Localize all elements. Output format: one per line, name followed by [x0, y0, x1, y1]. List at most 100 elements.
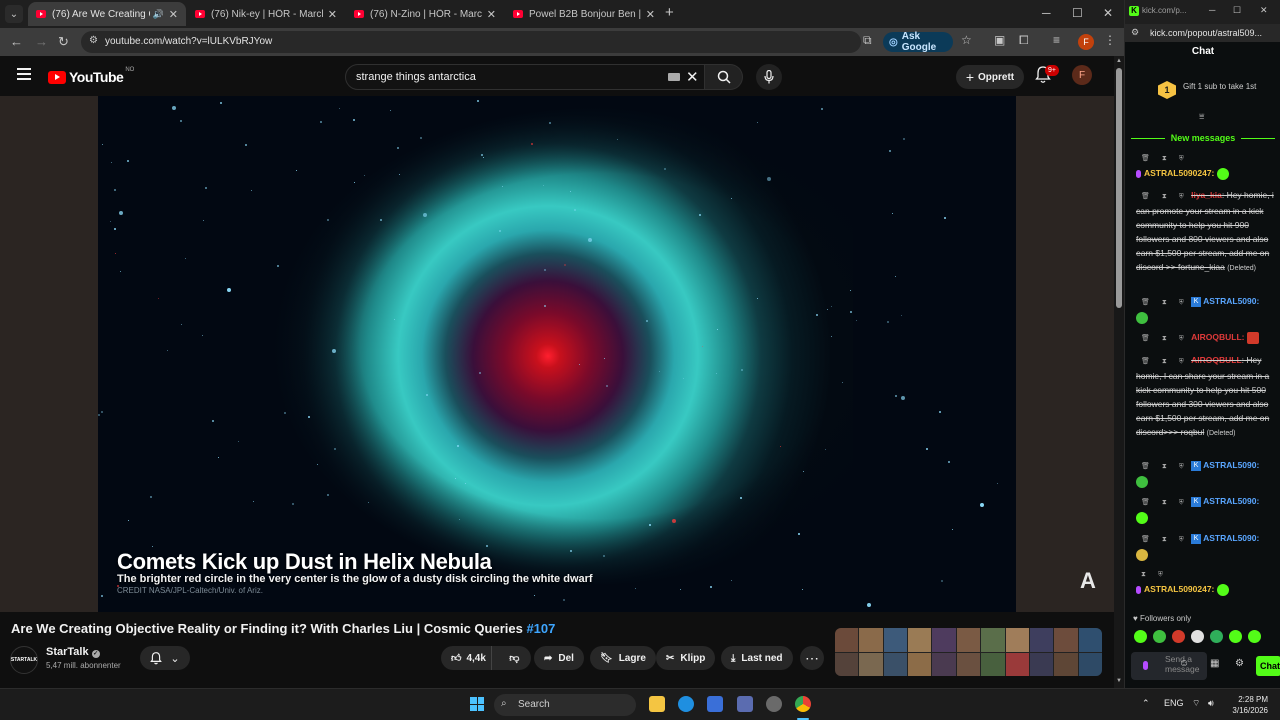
tab-search-button[interactable]: ⌄ [5, 5, 23, 23]
chat-message-deleted[interactable]: 🗑 ⧗ ⛨ liya_kia: Hey homie, i can promote… [1136, 188, 1274, 276]
emote-icon[interactable] [1210, 630, 1223, 643]
chat-username[interactable]: AIROQBULL: [1191, 332, 1244, 342]
promo-thumbnail-grid[interactable] [835, 628, 1102, 676]
address-bar[interactable]: ⚙ youtube.com/watch?v=lULKVbRJYow [81, 31, 861, 53]
tab-close-icon[interactable]: ✕ [487, 8, 496, 21]
tray-overflow-icon[interactable]: ⌃ [1142, 698, 1150, 709]
video-hashtag[interactable]: #107 [526, 621, 555, 636]
scroll-up-icon[interactable]: ▲ [1116, 58, 1122, 64]
gift-sub-prompt[interactable]: Gift 1 sub to take 1st [1183, 82, 1273, 91]
kick-address-bar[interactable]: ⚙ kick.com/popout/astral509... [1125, 24, 1280, 42]
mod-actions-icons[interactable]: 🗑 ⧗ ⛨ [1136, 536, 1189, 543]
emote-icon[interactable] [1229, 630, 1242, 643]
chat-username[interactable]: liya_kia [1191, 190, 1222, 200]
settings-gear-icon[interactable]: ⚙ [1235, 658, 1244, 669]
chat-username[interactable]: ASTRAL5090: [1203, 533, 1259, 543]
maximize-icon[interactable]: ☐ [1233, 5, 1241, 16]
emote-icon[interactable] [1191, 630, 1204, 643]
file-explorer-icon[interactable] [649, 696, 665, 712]
chat-message[interactable]: 🗑 ⧗ ⛨ AIROQBULL: [1136, 330, 1274, 346]
chat-message[interactable]: 🗑 ⧗ ⛨ K ASTRAL5090: [1136, 458, 1274, 488]
mod-actions-icons[interactable]: 🗑 ⧗ ⛨ [1136, 358, 1189, 365]
puzzle-icon[interactable]: ⧠ [1019, 33, 1029, 48]
voice-search-button[interactable] [756, 64, 782, 90]
chat-message[interactable]: 🗑 ⧗ ⛨ K ASTRAL5090: [1136, 494, 1274, 524]
mod-actions-icons[interactable]: ⧗ ⛨ [1136, 568, 1274, 582]
emote-icon[interactable] [1172, 630, 1185, 643]
site-info-icon[interactable]: ⚙ [1131, 27, 1139, 38]
chat-username[interactable]: ASTRAL5090: [1203, 496, 1259, 506]
bookmark-star-icon[interactable]: ☆ [961, 33, 972, 47]
emote-icon[interactable] [1134, 630, 1147, 643]
tab-3[interactable]: (76) N-Zino | HÖR - March 16 / ✕ [346, 2, 504, 26]
new-tab-icon[interactable]: + [665, 5, 674, 20]
keyboard-icon[interactable] [668, 73, 680, 81]
close-window-icon[interactable]: ✕ [1103, 6, 1113, 20]
save-button[interactable]: 🔖︎ Lagre [590, 646, 656, 670]
channel-watermark-icon[interactable]: A [1080, 568, 1096, 594]
tab-2[interactable]: (76) Nik-ey | HÖR - March 16 / ✕ [187, 2, 345, 26]
site-info-icon[interactable]: ⚙ [89, 35, 98, 46]
tab-close-icon[interactable]: ✕ [169, 8, 178, 21]
windows-start-icon[interactable] [470, 697, 484, 711]
mod-actions-icons[interactable]: 🗑 ⧗ ⛨ [1136, 499, 1189, 506]
mod-actions-icons[interactable]: 🗑 ⧗ ⛨ [1136, 193, 1189, 200]
mod-actions-icons[interactable]: 🗑 ⧗ ⛨ [1136, 335, 1189, 342]
edge-browser-icon[interactable] [678, 696, 694, 712]
snipping-tool-icon[interactable] [737, 696, 753, 712]
chat-message[interactable]: 🗑 ⧗ ⛨ K ASTRAL5090: [1136, 531, 1274, 561]
search-button[interactable] [705, 64, 743, 90]
more-actions-button[interactable]: ⋯ [800, 646, 824, 670]
minimize-icon[interactable]: ─ [1209, 5, 1215, 15]
scroll-thumb[interactable] [1116, 68, 1122, 308]
clip-button[interactable]: ✂ Klipp [656, 646, 716, 670]
chat-message-input[interactable]: Send a message [1131, 652, 1207, 680]
dislike-button[interactable]: 👎︎ [498, 652, 531, 664]
wifi-icon[interactable]: ⌔ [1192, 698, 1200, 709]
channel-name-row[interactable]: StarTalk ✓ [46, 646, 100, 658]
tab-close-icon[interactable]: ✕ [328, 8, 337, 21]
share-button[interactable]: ➦ Del [534, 646, 584, 670]
extension-icon[interactable]: ▣ [994, 33, 1005, 47]
browser-menu-icon[interactable]: ⋮ [1104, 33, 1116, 47]
gift-icon[interactable]: ▦ [1210, 658, 1219, 669]
youtube-logo[interactable]: YouTube NO [48, 67, 134, 85]
forward-icon[interactable]: → [35, 34, 48, 49]
chat-send-button[interactable]: Chat [1256, 656, 1280, 676]
clear-search-icon[interactable]: ✕ [686, 68, 699, 86]
language-indicator[interactable]: ENG [1164, 698, 1184, 708]
browser-profile-avatar[interactable]: F [1078, 34, 1094, 50]
chat-username[interactable]: ASTRAL5090: [1203, 460, 1259, 470]
taskbar-search[interactable]: ⌕ Search [494, 694, 636, 716]
menu-icon[interactable] [17, 68, 31, 80]
taskbar-clock[interactable]: 2:28 PM 3/16/2026 [1230, 694, 1268, 716]
chat-message[interactable]: 🗑 ⧗ ⛨ K ASTRAL5090: [1136, 294, 1274, 324]
tab-active[interactable]: (76) Are We Creating Objec 🔊 ✕ [28, 2, 186, 26]
close-window-icon[interactable]: ✕ [1260, 5, 1268, 16]
chat-username[interactable]: ASTRAL5090: [1203, 296, 1259, 306]
mod-actions-icons[interactable]: 🗑 ⧗ ⛨ [1136, 152, 1274, 166]
scroll-down-icon[interactable]: ▼ [1116, 678, 1122, 684]
install-app-icon[interactable]: ⧉ [863, 33, 872, 48]
ask-google-button[interactable]: ◎ Ask Google [883, 31, 953, 53]
steam-icon[interactable] [766, 696, 782, 712]
pinned-filter-icon[interactable]: ⩸ [1199, 111, 1204, 122]
account-avatar[interactable]: F [1072, 65, 1092, 85]
chat-username[interactable]: ASTRAL5090247: [1144, 584, 1214, 594]
tab-close-icon[interactable]: ✕ [646, 8, 655, 21]
media-control-icon[interactable]: ≡ [1053, 33, 1060, 47]
like-button[interactable]: 👍︎ 4,4k [441, 646, 492, 670]
maximize-icon[interactable]: ☐ [1072, 6, 1083, 20]
emote-icon[interactable] [1248, 630, 1261, 643]
create-button[interactable]: + Opprett [956, 65, 1024, 89]
reload-icon[interactable]: ↻ [58, 34, 69, 50]
new-messages-divider[interactable]: New messages [1131, 132, 1276, 144]
chat-username[interactable]: ASTRAL5090247: [1144, 168, 1214, 178]
chat-message[interactable]: 🗑 ⧗ ⛨ ASTRAL5090247: [1136, 152, 1274, 180]
back-icon[interactable]: ← [10, 34, 23, 49]
channel-avatar[interactable]: STARTALK [10, 646, 38, 674]
mod-actions-icons[interactable]: 🗑 ⧗ ⛨ [1136, 299, 1189, 306]
page-scrollbar[interactable]: ▲ ▼ [1114, 56, 1124, 688]
emoji-picker-icon[interactable]: ☺ [1179, 658, 1189, 669]
app-window-icon[interactable] [707, 696, 723, 712]
